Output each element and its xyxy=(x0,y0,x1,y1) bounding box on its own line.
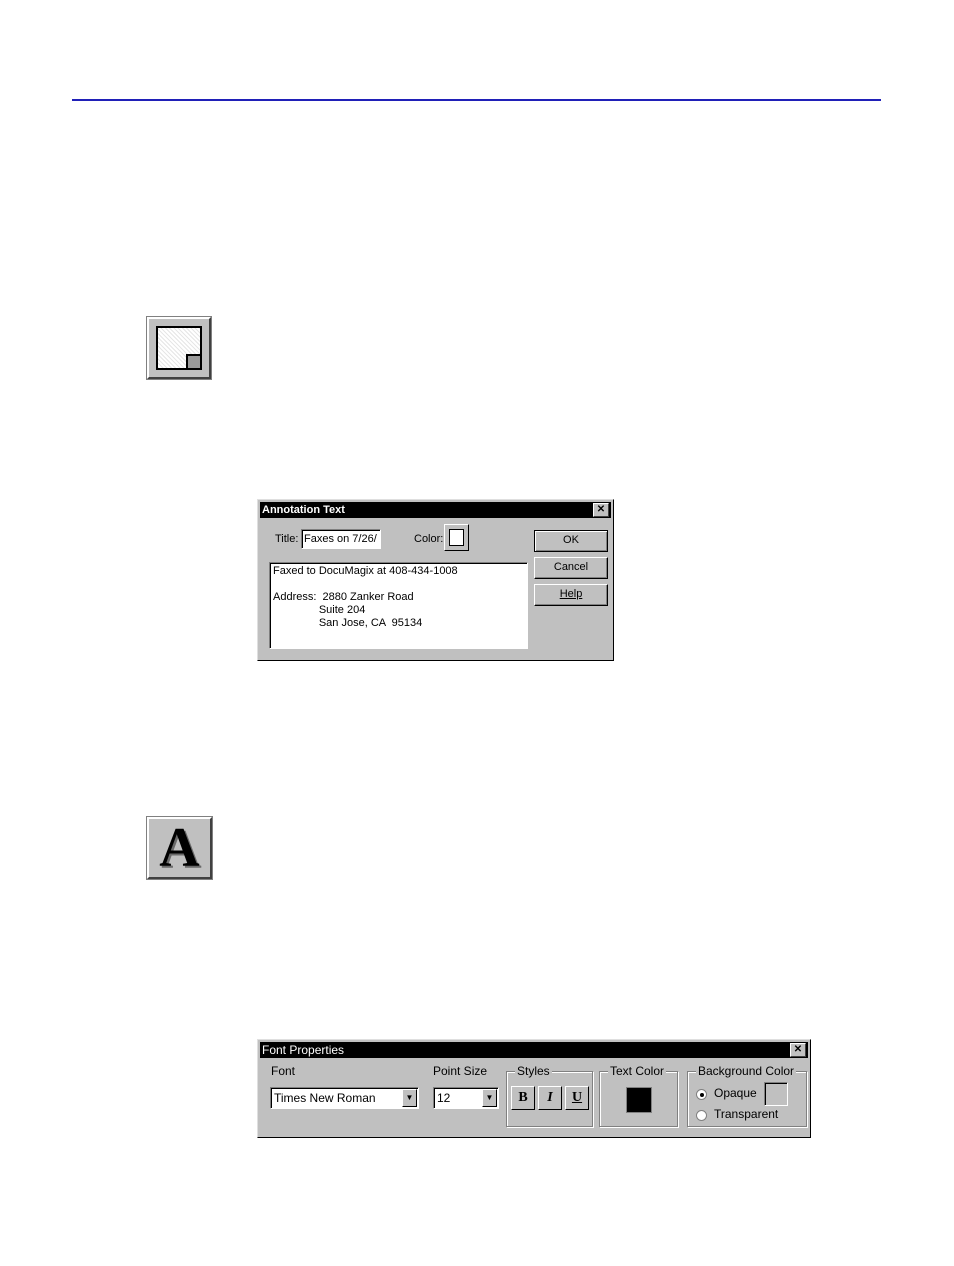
text-color-swatch[interactable] xyxy=(626,1087,652,1113)
background-color-swatch[interactable] xyxy=(764,1082,788,1106)
color-picker-button[interactable] xyxy=(444,524,469,551)
text-color-label: Text Color xyxy=(608,1064,667,1078)
chevron-down-icon[interactable]: ▼ xyxy=(482,1089,497,1107)
transparent-radio[interactable] xyxy=(696,1110,707,1121)
title-label: Title: xyxy=(275,533,299,545)
bold-button[interactable]: B xyxy=(511,1086,535,1110)
font-select-value: Times New Roman xyxy=(274,1091,376,1105)
ok-button[interactable]: OK xyxy=(534,530,608,552)
dialog-title: Font Properties xyxy=(262,1043,345,1057)
memo-line: Address: 2880 Zanker Road xyxy=(273,591,414,603)
memo-line: Suite 204 xyxy=(273,604,366,616)
underline-button[interactable]: U xyxy=(565,1086,589,1110)
memo-line: San Jose, CA 95134 xyxy=(273,617,423,629)
font-select[interactable]: Times New Roman ▼ xyxy=(270,1087,419,1109)
sticky-note-icon xyxy=(156,326,202,370)
memo-line xyxy=(273,578,524,591)
background-color-label: Background Color xyxy=(696,1064,797,1078)
italic-button[interactable]: I xyxy=(538,1086,562,1110)
dialog-titlebar: Font Properties ✕ xyxy=(260,1042,808,1058)
dialog-titlebar: Annotation Text ✕ xyxy=(260,502,611,518)
text-color-group: Text Color xyxy=(599,1064,678,1127)
styles-label: Styles xyxy=(515,1064,552,1078)
memo-line: Faxed to DocuMagix at 408-434-1008 xyxy=(273,565,458,577)
background-color-group: Background Color Opaque Transparent xyxy=(687,1064,807,1127)
color-label: Color: xyxy=(414,533,444,545)
text-tool-button[interactable]: A xyxy=(146,816,213,880)
page-color-icon xyxy=(449,529,464,546)
opaque-label: Opaque xyxy=(714,1086,757,1100)
font-label: Font xyxy=(271,1064,296,1078)
transparent-label: Transparent xyxy=(714,1107,779,1121)
annotation-text-area[interactable]: Faxed to DocuMagix at 408-434-1008 Addre… xyxy=(269,562,528,649)
annotation-text-dialog: Annotation Text ✕ Title: Faxes on 7/26/ … xyxy=(257,499,614,661)
title-input[interactable]: Faxes on 7/26/ xyxy=(301,529,381,549)
text-A-icon: A xyxy=(159,817,200,879)
opaque-radio[interactable] xyxy=(696,1089,707,1100)
close-icon[interactable]: ✕ xyxy=(790,1043,806,1057)
point-size-value: 12 xyxy=(437,1091,451,1105)
header-rule xyxy=(72,99,881,101)
note-fold-corner xyxy=(186,354,202,370)
close-icon[interactable]: ✕ xyxy=(593,503,609,517)
dialog-title: Annotation Text xyxy=(262,504,345,516)
chevron-down-icon[interactable]: ▼ xyxy=(402,1089,417,1107)
help-button[interactable]: Help xyxy=(534,584,608,606)
sticky-note-tool-button[interactable] xyxy=(146,316,212,380)
point-size-select[interactable]: 12 ▼ xyxy=(433,1087,499,1109)
point-size-label: Point Size xyxy=(433,1064,488,1078)
cancel-button[interactable]: Cancel xyxy=(534,557,608,579)
font-properties-toolbar: Font Properties ✕ Font Times New Roman ▼… xyxy=(257,1039,811,1138)
